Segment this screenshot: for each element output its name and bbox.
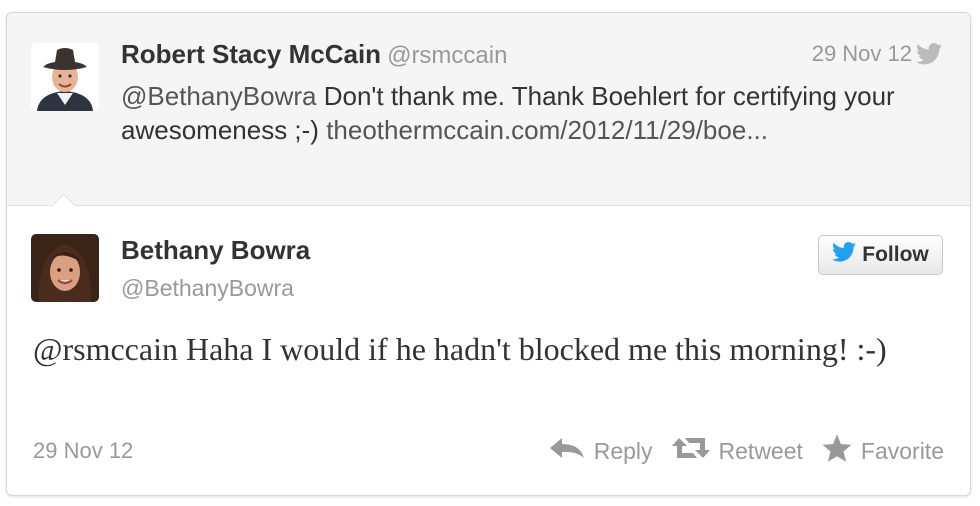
parent-tweet-text: @BethanyBowra Don't thank me. Thank Boeh… xyxy=(121,79,921,147)
reply-icon xyxy=(548,436,586,466)
follow-label: Follow xyxy=(862,243,929,266)
parent-author[interactable]: Robert Stacy McCain @rsmccain xyxy=(121,39,507,70)
main-tweet-text: @rsmccain Haha I would if he hadn't bloc… xyxy=(33,326,933,372)
parent-date[interactable]: 29 Nov 12 xyxy=(812,41,912,67)
favorite-button[interactable]: Favorite xyxy=(821,433,944,469)
retweet-icon xyxy=(671,436,711,466)
follow-button[interactable]: Follow xyxy=(818,235,943,275)
main-mention-link[interactable]: @rsmccain xyxy=(33,331,178,367)
parent-tweet[interactable]: Robert Stacy McCain @rsmccain 29 Nov 12 @… xyxy=(7,13,970,206)
main-author-handle[interactable]: @BethanyBowra xyxy=(121,275,294,302)
parent-url-link[interactable]: theothermccain.com/2012/11/29/boe... xyxy=(326,115,768,145)
retweet-label: Retweet xyxy=(718,437,803,464)
twitter-bird-icon[interactable] xyxy=(916,43,942,70)
main-text-body: Haha I would if he hadn't blocked me thi… xyxy=(177,331,887,367)
avatar-bethany[interactable] xyxy=(31,234,99,302)
reply-button[interactable]: Reply xyxy=(548,436,653,466)
parent-author-name[interactable]: Robert Stacy McCain xyxy=(121,39,381,69)
star-icon xyxy=(821,433,853,469)
main-date[interactable]: 29 Nov 12 xyxy=(33,438,133,464)
avatar-robert[interactable] xyxy=(31,43,99,111)
parent-author-handle[interactable]: @rsmccain xyxy=(387,42,507,69)
retweet-button[interactable]: Retweet xyxy=(671,436,803,466)
twitter-bird-icon xyxy=(832,242,857,268)
tweet-card: Robert Stacy McCain @rsmccain 29 Nov 12 @… xyxy=(6,12,971,496)
favorite-label: Favorite xyxy=(860,437,944,464)
main-author-name[interactable]: Bethany Bowra xyxy=(121,235,310,266)
tweet-actions: Reply Retweet Favorite xyxy=(548,433,944,469)
reply-label: Reply xyxy=(593,437,653,464)
parent-mention-link[interactable]: @BethanyBowra xyxy=(121,81,317,111)
